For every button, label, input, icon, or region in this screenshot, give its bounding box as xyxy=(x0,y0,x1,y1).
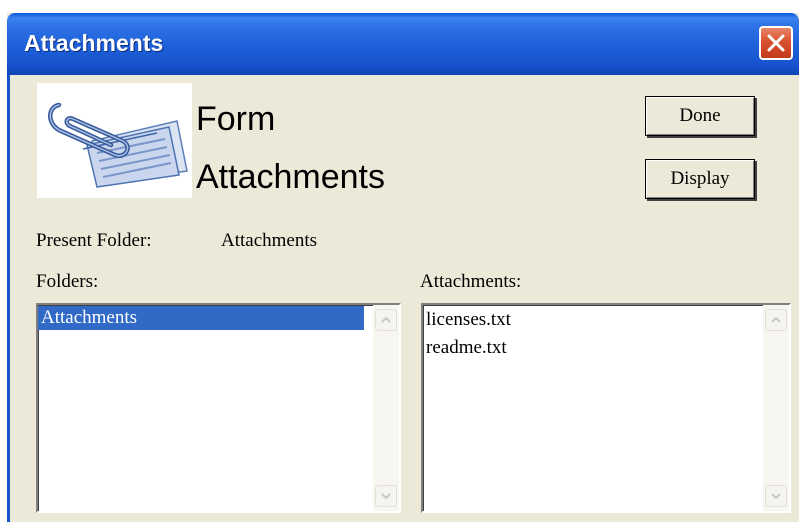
window-title: Attachments xyxy=(24,30,164,56)
attachments-scrollbar[interactable] xyxy=(763,305,789,511)
scroll-up-icon xyxy=(381,316,391,323)
folders-label: Folders: xyxy=(36,271,99,292)
dialog-body: Form Attachments Done Display Present Fo… xyxy=(7,75,799,522)
attachments-dialog: Attachments Form Attachments Done Displa… xyxy=(7,13,799,522)
close-icon xyxy=(767,34,785,52)
paperclip-document-icon xyxy=(37,83,192,198)
folders-listbox[interactable]: Attachments xyxy=(36,303,401,513)
folders-scroll-down-button[interactable] xyxy=(375,485,397,507)
heading-line-2: Attachments xyxy=(196,158,385,196)
present-folder-label: Present Folder: xyxy=(36,230,152,251)
attachment-item-readme[interactable]: readme.txt xyxy=(423,336,507,360)
done-button[interactable]: Done xyxy=(645,96,755,136)
attachments-scroll-down-button[interactable] xyxy=(765,485,787,507)
heading-line-1: Form xyxy=(196,100,276,138)
folder-item[interactable]: Attachments xyxy=(38,306,364,330)
title-bar[interactable]: Attachments xyxy=(7,13,799,75)
folders-scrollbar[interactable] xyxy=(373,305,399,511)
close-button[interactable] xyxy=(759,26,793,60)
attachments-scroll-up-button[interactable] xyxy=(765,309,787,331)
attachment-item-licenses[interactable]: licenses.txt xyxy=(423,308,511,332)
attachments-listbox[interactable]: licenses.txt readme.txt xyxy=(421,303,791,513)
attachments-label: Attachments: xyxy=(420,271,522,292)
scroll-down-icon xyxy=(381,493,391,500)
present-folder-value: Attachments xyxy=(221,230,318,251)
scroll-up-icon xyxy=(771,316,781,323)
scroll-down-icon xyxy=(771,493,781,500)
display-button[interactable]: Display xyxy=(645,159,755,199)
folders-scroll-up-button[interactable] xyxy=(375,309,397,331)
